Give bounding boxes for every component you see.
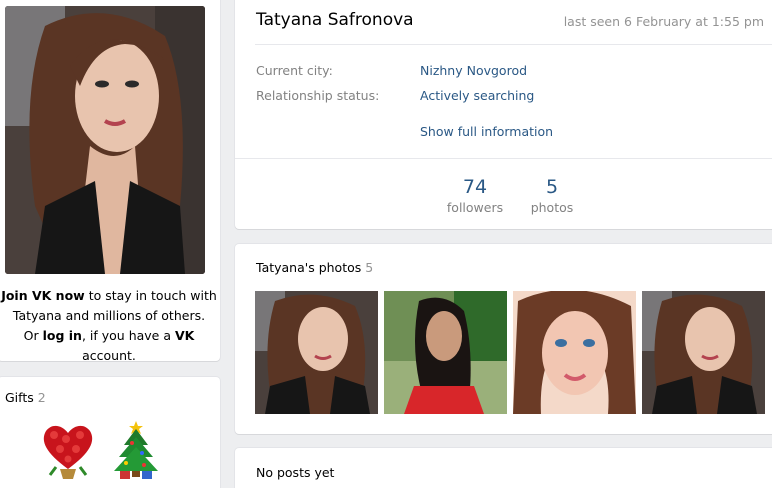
current-city-link[interactable]: Nizhny Novgorod — [420, 63, 527, 78]
profile-counters: 74 followers 5 photos — [235, 176, 772, 226]
profile-info-card: Tatyana Safronova last seen 6 February a… — [235, 0, 772, 229]
divider — [255, 44, 772, 45]
relationship-status-link[interactable]: Actively searching — [420, 88, 534, 103]
divider — [235, 158, 772, 159]
profile-name: Tatyana Safronova — [256, 10, 414, 30]
no-posts-text: No posts yet — [256, 465, 335, 480]
photos-card: Tatyana's photos 5 — [235, 244, 772, 434]
current-city-label: Current city: — [256, 63, 333, 78]
join-vk-link[interactable]: Join VK now — [1, 288, 85, 303]
wall-posts-card: No posts yet — [235, 448, 772, 488]
gift-christmas-tree-icon[interactable] — [104, 417, 168, 481]
join-vk-prompt: Join VK now to stay in touch with Tatyan… — [1, 288, 217, 363]
followers-counter[interactable]: 74 followers — [435, 176, 515, 215]
photo-thumbnail[interactable] — [255, 291, 378, 414]
gifts-header[interactable]: Gifts 2 — [5, 390, 46, 405]
gifts-card: Gifts 2 — [0, 377, 220, 488]
photo-thumbnail[interactable] — [384, 291, 507, 414]
show-full-information-link[interactable]: Show full information — [420, 124, 553, 139]
photo-thumbnail[interactable] — [513, 291, 636, 414]
photos-header[interactable]: Tatyana's photos 5 — [256, 260, 373, 275]
log-in-link[interactable]: log in — [43, 328, 82, 343]
profile-avatar[interactable] — [5, 6, 205, 274]
photos-counter[interactable]: 5 photos — [512, 176, 592, 215]
profile-photo-card: Join VK now to stay in touch with Tatyan… — [0, 0, 220, 363]
relationship-status-label: Relationship status: — [256, 88, 380, 103]
gift-heart-roses-icon[interactable] — [36, 417, 100, 481]
avatar-image — [5, 6, 205, 274]
photo-thumbnail[interactable] — [642, 291, 765, 414]
last-seen-status: last seen 6 February at 1:55 pm — [563, 14, 764, 29]
